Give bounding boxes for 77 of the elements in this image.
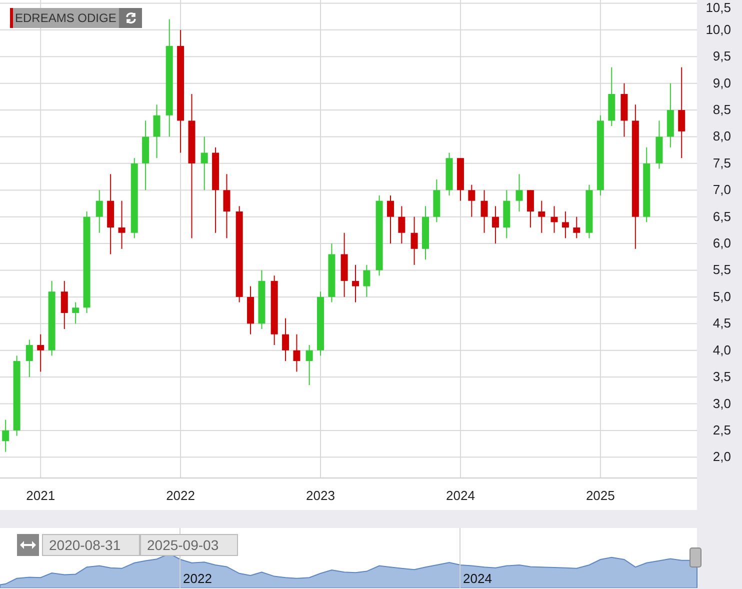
candle (573, 216, 580, 239)
candle (153, 104, 160, 159)
candle (456, 158, 464, 202)
candle (247, 286, 254, 335)
axis-label: 5,5 (712, 262, 731, 278)
candle (200, 136, 208, 191)
axis-label: 10,5 (706, 0, 731, 15)
candle (258, 270, 266, 330)
candle (72, 302, 80, 324)
axis-label: 3,0 (712, 396, 731, 411)
start-date-field[interactable]: 2020-08-31 (42, 534, 140, 556)
candle (503, 190, 510, 239)
axis-label: 6,5 (712, 208, 731, 224)
range-handle[interactable] (690, 548, 702, 568)
candle (398, 206, 406, 244)
axis-label: 10,0 (706, 22, 731, 37)
candle (293, 334, 300, 372)
candle (608, 66, 616, 127)
candle (352, 264, 359, 303)
range-toggle-button[interactable] (17, 534, 39, 556)
candle (328, 243, 336, 303)
candle (468, 184, 476, 218)
candle (656, 120, 663, 170)
candle (492, 206, 499, 244)
axis-label: 6,0 (712, 236, 731, 251)
axis-label: 4,0 (712, 342, 731, 358)
axis-label: 2021 (26, 488, 56, 503)
axis-label: 2,5 (712, 422, 731, 438)
candle (410, 216, 418, 266)
candle (142, 120, 150, 191)
axis-label: 7,5 (712, 155, 731, 170)
axis-label: 7,0 (712, 182, 731, 198)
refresh-button[interactable] (119, 8, 142, 28)
instrument-label[interactable]: EDREAMS ODIGE (10, 8, 120, 28)
candle (282, 318, 290, 362)
candle (526, 190, 534, 228)
axis-label: 5,0 (712, 288, 731, 304)
axis-label: 2022 (166, 488, 195, 503)
end-date-field[interactable]: 2025-09-03 (140, 534, 238, 556)
axis-label: 8,5 (712, 102, 731, 118)
candle (340, 232, 348, 298)
axis-label: 9,0 (712, 75, 731, 90)
candle (446, 152, 453, 196)
axis-label: 2025 (586, 488, 615, 503)
candle (538, 200, 546, 234)
axis-label: 2023 (306, 488, 335, 503)
axis-label: 3,5 (712, 369, 731, 384)
refresh-icon (124, 12, 137, 24)
candle (270, 275, 278, 346)
candle (516, 174, 523, 212)
candle (118, 200, 126, 250)
candle (586, 184, 593, 239)
candle (363, 264, 370, 298)
axis-label: 2,0 (712, 449, 731, 464)
axis-label: 9,5 (712, 48, 731, 64)
candle (60, 280, 68, 330)
candle (96, 190, 103, 234)
candle (37, 334, 44, 372)
candle (562, 211, 569, 239)
candle (620, 82, 628, 138)
axis-label: 2022 (183, 571, 212, 586)
candle (433, 178, 440, 223)
candle (550, 206, 558, 234)
axis-label: 2024 (463, 571, 492, 586)
candle (2, 419, 10, 452)
candle (387, 194, 394, 244)
candle (480, 190, 488, 234)
candle (223, 174, 230, 239)
candle (26, 339, 33, 378)
double-arrow-icon (20, 541, 36, 549)
candle (666, 82, 674, 148)
candle (317, 291, 324, 356)
candle (422, 206, 429, 260)
axis-label: 8,0 (712, 128, 731, 144)
axis-label: 2024 (446, 488, 475, 503)
axis-label: 4,5 (712, 316, 731, 331)
candle (306, 344, 313, 386)
